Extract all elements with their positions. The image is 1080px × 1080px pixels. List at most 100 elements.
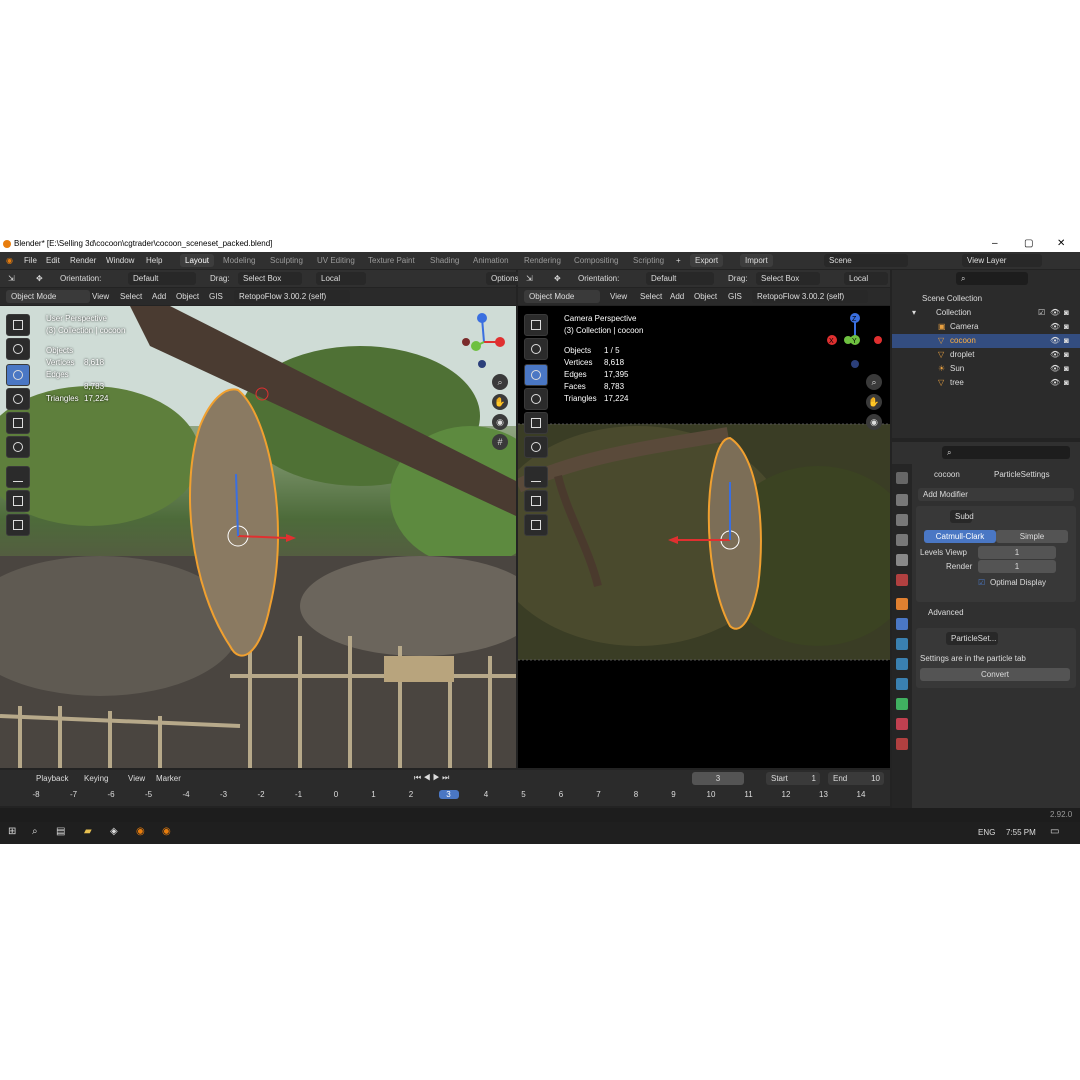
checkbox-icon[interactable]: ☑ — [1038, 308, 1045, 317]
render-camera-icon[interactable]: ◙ — [1064, 364, 1069, 373]
outliner-item-cocoon[interactable]: ▽ cocoon 👁 ◙ — [892, 334, 1080, 348]
render-camera-icon[interactable]: ◙ — [1064, 308, 1069, 317]
move-tool-icon[interactable]: ✥ — [36, 274, 43, 283]
pivot-dropdown[interactable]: Local — [316, 272, 366, 285]
render-camera-icon[interactable]: ◙ — [1064, 322, 1069, 331]
transform-tool-button[interactable] — [524, 436, 548, 458]
menu-file[interactable]: File — [24, 256, 37, 265]
camera-view-icon[interactable]: ◉ — [492, 414, 508, 430]
windows-start-icon[interactable]: ⊞ — [8, 826, 16, 837]
visibility-eye-icon[interactable]: 👁 — [1050, 308, 1060, 317]
move-tool-icon[interactable]: ✥ — [554, 274, 561, 283]
tab-scripting[interactable]: Scripting — [628, 254, 669, 267]
render-levels-field[interactable]: 1 — [978, 560, 1056, 573]
material-tab-icon[interactable] — [896, 718, 908, 730]
current-frame-field[interactable]: 3 — [692, 772, 744, 785]
start-frame-field[interactable]: Start 1 — [766, 772, 820, 785]
orientation-dropdown[interactable]: Default — [128, 272, 196, 285]
menu-add[interactable]: Add — [152, 292, 166, 301]
modifier-tab-icon[interactable] — [896, 618, 908, 630]
data-tab-icon[interactable] — [896, 698, 908, 710]
tweak-tool-button[interactable] — [6, 314, 30, 336]
menu-edit[interactable]: Edit — [46, 256, 60, 265]
blender-menu-icon[interactable]: ◉ — [6, 256, 13, 265]
visibility-eye-icon[interactable]: 👁 — [1050, 350, 1060, 359]
render-camera-icon[interactable]: ◙ — [1064, 350, 1069, 359]
measure-tool-button[interactable] — [524, 490, 548, 512]
measure-tool-button[interactable] — [6, 490, 30, 512]
scene-tab-icon[interactable] — [896, 554, 908, 566]
select-tool-icon[interactable]: ⇲ — [8, 274, 15, 283]
pan-hand-icon[interactable]: ✋ — [866, 394, 882, 410]
menu-object[interactable]: Object — [694, 292, 717, 301]
levels-viewport-field[interactable]: 1 — [978, 546, 1056, 559]
convert-button[interactable]: Convert — [920, 668, 1070, 681]
render-camera-icon[interactable]: ◙ — [1064, 378, 1069, 387]
tab-shading[interactable]: Shading — [425, 254, 464, 267]
drag-dropdown[interactable]: Select Box — [756, 272, 820, 285]
navigation-gizmo[interactable] — [454, 312, 514, 372]
retopoflow-menu[interactable]: RetopoFlow 3.00.2 (self) — [752, 290, 868, 303]
optimal-display-checkbox[interactable]: ☑ — [978, 578, 985, 587]
annotate-tool-button[interactable] — [6, 466, 30, 488]
menu-gis[interactable]: GIS — [728, 292, 742, 301]
move-tool-button[interactable] — [6, 364, 30, 386]
zoom-icon[interactable]: ⌕ — [866, 374, 882, 390]
marker-menu[interactable]: Marker — [156, 774, 181, 783]
properties-search-input[interactable]: ⌕ — [942, 446, 1070, 459]
search-icon[interactable]: ⌕ — [32, 826, 38, 837]
expand-arrow-icon[interactable]: ▾ — [912, 308, 916, 317]
physics-tab-icon[interactable] — [896, 658, 908, 670]
particle-modifier-name-field[interactable]: ParticleSet... — [946, 632, 998, 645]
import-button[interactable]: Import — [740, 254, 773, 267]
transform-tool-button[interactable] — [6, 436, 30, 458]
outliner-collection[interactable]: ▾ Collection ☑ 👁 ◙ — [892, 306, 1080, 320]
simple-button[interactable]: Simple — [996, 530, 1068, 543]
timeline-view-menu[interactable]: View — [128, 774, 145, 783]
orientation-dropdown[interactable]: Default — [646, 272, 714, 285]
camera-view-icon[interactable]: ◉ — [866, 414, 882, 430]
advanced-section-toggle[interactable]: Advanced — [928, 608, 964, 617]
notification-icon[interactable]: ▭ — [1050, 826, 1059, 837]
modifier-name-field[interactable]: Subd — [950, 510, 974, 523]
export-button[interactable]: Export — [690, 254, 724, 267]
mode-dropdown[interactable]: Object Mode — [6, 290, 90, 303]
maximize-button[interactable]: ▢ — [1024, 238, 1033, 249]
menu-help[interactable]: Help — [146, 256, 162, 265]
app-icon[interactable]: ◈ — [110, 826, 118, 837]
outliner-item-droplet[interactable]: ▽ droplet 👁 ◙ — [892, 348, 1080, 362]
zoom-icon[interactable]: ⌕ — [492, 374, 508, 390]
scene-field[interactable]: Scene — [824, 254, 908, 267]
catmull-clark-button[interactable]: Catmull-Clark — [924, 530, 996, 543]
menu-render[interactable]: Render — [70, 256, 96, 265]
playback-menu[interactable]: Playback — [36, 774, 68, 783]
add-cube-tool-button[interactable] — [524, 514, 548, 536]
constraints-tab-icon[interactable] — [896, 678, 908, 690]
close-button[interactable]: ✕ — [1057, 238, 1065, 249]
world-tab-icon[interactable] — [896, 574, 908, 586]
tweak-tool-button[interactable] — [524, 314, 548, 336]
rotate-tool-button[interactable] — [524, 388, 548, 410]
cursor-tool-button[interactable] — [6, 338, 30, 360]
outliner-item-tree[interactable]: ▽ tree 👁 ◙ — [892, 376, 1080, 390]
outliner-item-sun[interactable]: ☀ Sun 👁 ◙ — [892, 362, 1080, 376]
menu-gis[interactable]: GIS — [209, 292, 223, 301]
particles-tab-icon[interactable] — [896, 638, 908, 650]
minimize-button[interactable]: – — [992, 238, 998, 249]
retopoflow-menu[interactable]: RetopoFlow 3.00.2 (self) — [234, 290, 350, 303]
add-cube-tool-button[interactable] — [6, 514, 30, 536]
tool-tab-icon[interactable] — [896, 472, 908, 484]
annotate-tool-button[interactable] — [524, 466, 548, 488]
tab-animation[interactable]: Animation — [468, 254, 514, 267]
navigation-gizmo[interactable]: Z X Y — [820, 312, 890, 372]
viewport-left[interactable]: User Perspective (3) Collection | cocoon… — [0, 306, 516, 768]
menu-select[interactable]: Select — [640, 292, 662, 301]
view-layer-tab-icon[interactable] — [896, 534, 908, 546]
scale-tool-button[interactable] — [6, 412, 30, 434]
pivot-dropdown[interactable]: Local — [844, 272, 888, 285]
scale-tool-button[interactable] — [524, 412, 548, 434]
menu-view[interactable]: View — [610, 292, 627, 301]
visibility-eye-icon[interactable]: 👁 — [1050, 336, 1060, 345]
playback-controls[interactable]: ⏮ ◀ ▶ ⏭ — [414, 773, 449, 783]
blender-taskbar-icon[interactable]: ◉ — [136, 826, 145, 837]
